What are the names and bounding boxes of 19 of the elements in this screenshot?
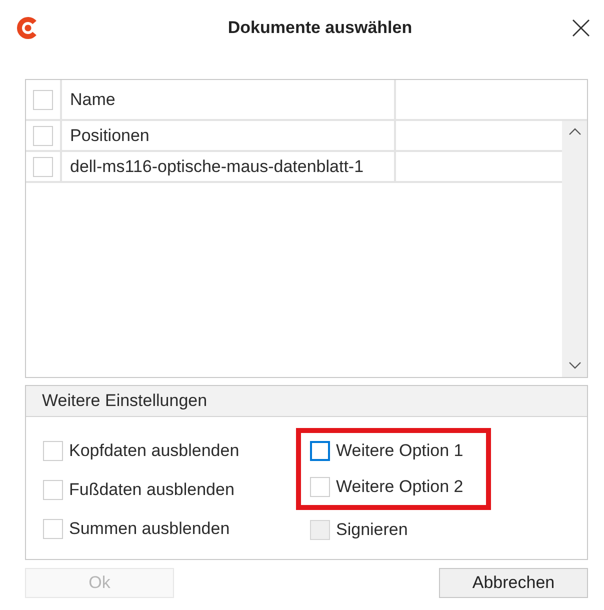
checkbox-label[interactable]: Weitere Option 1: [336, 441, 464, 461]
column-header[interactable]: Name: [62, 80, 396, 119]
chevron-up-icon[interactable]: [568, 128, 580, 135]
checkbox[interactable]: [310, 441, 330, 461]
table-cell: Positionen: [62, 121, 396, 150]
checkbox-label[interactable]: Weitere Option 2: [336, 477, 464, 497]
section-header: Weitere Einstellungen: [26, 386, 587, 417]
dialog-button[interactable]: Abbrechen: [439, 568, 588, 598]
select-all-checkbox[interactable]: [33, 90, 53, 110]
checkbox-label[interactable]: Fußdaten ausblenden: [69, 480, 234, 500]
window-title: Dokumente auswählen: [226, 18, 414, 38]
close-icon[interactable]: [572, 19, 590, 37]
checkbox-label[interactable]: Kopfdaten ausblenden: [69, 441, 240, 461]
scrollbar[interactable]: [562, 121, 587, 377]
chevron-down-icon[interactable]: [568, 362, 580, 369]
table-cell: dell-ms116-optische-maus-datenblatt-1: [62, 152, 396, 181]
row-checkbox[interactable]: [33, 126, 53, 146]
row-checkbox[interactable]: [33, 156, 53, 176]
checkbox-label[interactable]: Summen ausblenden: [69, 519, 230, 539]
